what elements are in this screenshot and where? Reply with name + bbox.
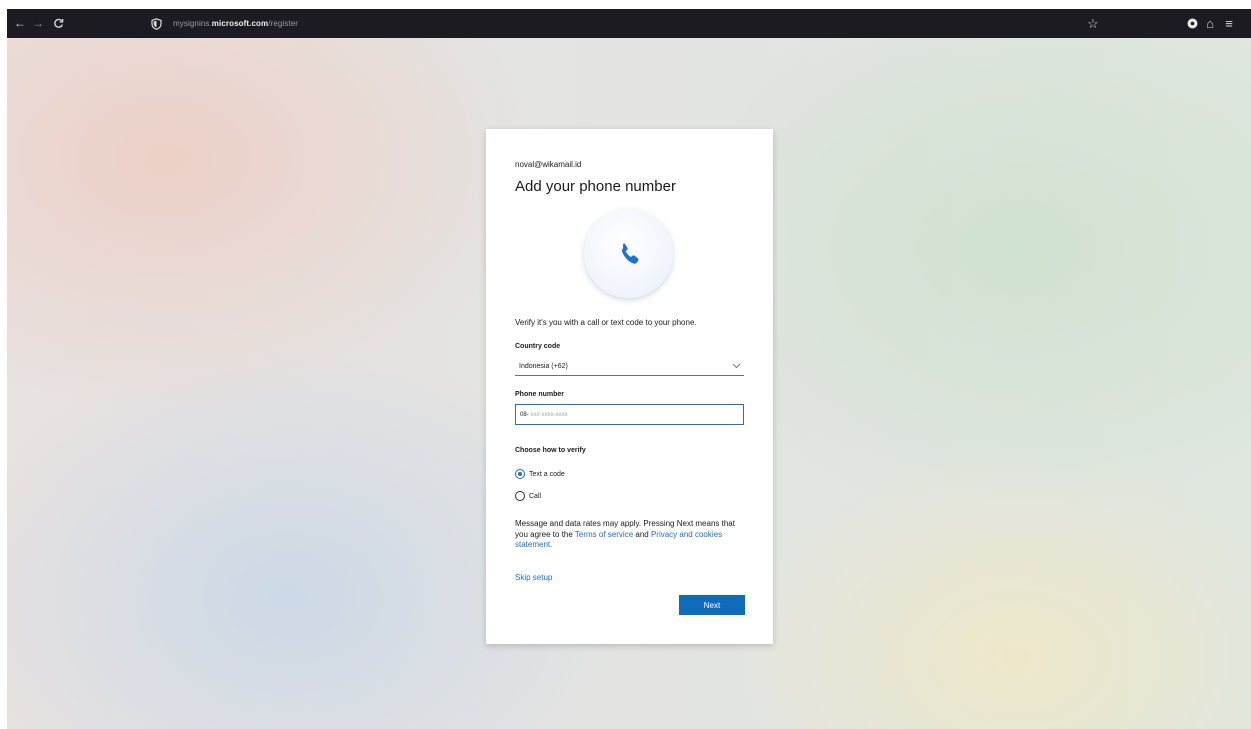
url-path: /register: [268, 19, 299, 28]
bookmark-star-icon[interactable]: ☆: [1086, 15, 1100, 32]
verify-method-label: Choose how to verify: [515, 447, 586, 454]
phone-number-input[interactable]: 08- xxx-xxxx-xxxx: [515, 404, 744, 425]
url-text[interactable]: mysignins.microsoft.com/register: [173, 19, 298, 28]
browser-toolbar: ← → mysignins.microsoft.com/register ☆ ⌂…: [7, 9, 1251, 38]
phone-placeholder: xxx-xxxx-xxxx: [530, 411, 568, 418]
disclaimer-text: Message and data rates may apply. Pressi…: [515, 519, 747, 551]
page-background: noval@wikamail.id Add your phone number …: [7, 38, 1251, 729]
home-icon[interactable]: ⌂: [1203, 15, 1217, 32]
terms-of-service-link[interactable]: Terms of service: [575, 530, 633, 539]
browser-window: ← → mysignins.microsoft.com/register ☆ ⌂…: [7, 9, 1251, 729]
country-code-select[interactable]: Indonesia (+62): [515, 357, 744, 376]
back-icon[interactable]: ←: [13, 15, 27, 32]
verify-description: Verify it's you with a call or text code…: [515, 318, 697, 327]
radio-button-selected[interactable]: [515, 469, 525, 479]
page-title: Add your phone number: [515, 178, 676, 195]
country-code-label: Country code: [515, 343, 561, 350]
url-prefix: mysignins.: [173, 19, 212, 28]
phone-prefix: 08-: [520, 411, 529, 418]
radio-label-text: Text a code: [529, 470, 565, 478]
phone-number-label: Phone number: [515, 391, 565, 398]
registration-card: noval@wikamail.id Add your phone number …: [486, 129, 773, 644]
phone-illustration: [584, 209, 673, 298]
shield-icon[interactable]: [149, 17, 163, 31]
radio-call[interactable]: Call: [515, 490, 541, 502]
country-code-value: Indonesia (+62): [519, 362, 568, 370]
disclaimer-and: and: [633, 529, 651, 539]
radio-label-call: Call: [529, 492, 542, 500]
chevron-down-icon: [732, 363, 741, 369]
next-button[interactable]: Next: [679, 595, 745, 615]
radio-button[interactable]: [515, 491, 525, 501]
reload-icon[interactable]: [51, 15, 65, 32]
account-email: noval@wikamail.id: [515, 160, 582, 169]
extension-icon[interactable]: [1185, 15, 1199, 32]
radio-text-a-code[interactable]: Text a code: [515, 468, 565, 480]
forward-icon[interactable]: →: [31, 15, 45, 32]
phone-icon: [621, 242, 638, 264]
url-domain: microsoft.com: [211, 19, 269, 28]
address-bar[interactable]: mysignins.microsoft.com/register: [147, 14, 1047, 33]
skip-setup-link[interactable]: Skip setup: [515, 573, 552, 582]
menu-icon[interactable]: ≡: [1222, 15, 1236, 32]
